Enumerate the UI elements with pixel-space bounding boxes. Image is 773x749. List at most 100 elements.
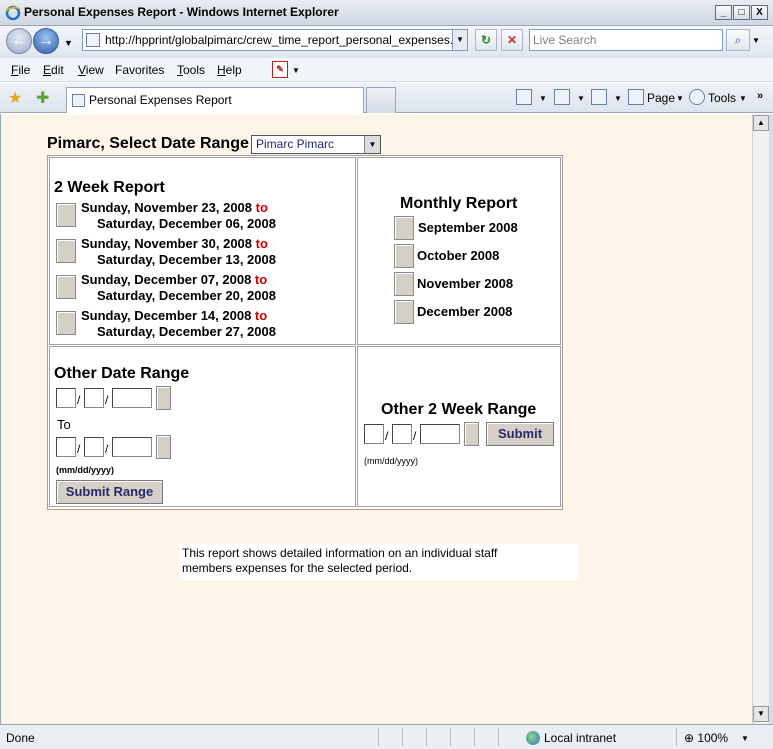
home-dropdown-icon[interactable]: ▼ xyxy=(539,94,547,103)
period-start: Sunday, November 23, 2008 xyxy=(81,200,253,215)
from-calendar-button[interactable] xyxy=(156,386,171,410)
submit-button[interactable]: Submit xyxy=(486,422,554,446)
page-menu-icon[interactable] xyxy=(628,89,644,105)
tab-label: Personal Expenses Report xyxy=(89,93,232,107)
two-week-period-button-2[interactable] xyxy=(56,239,76,263)
scroll-up-icon[interactable]: ▲ xyxy=(753,115,769,131)
favorites-star-icon[interactable]: ★ xyxy=(8,88,22,108)
two-week-report-heading: 2 Week Report xyxy=(54,179,165,196)
month-button-november[interactable] xyxy=(394,272,414,296)
pdf-dropdown-icon[interactable]: ▼ xyxy=(292,66,300,75)
two-week-period-2: Sunday, November 30, 2008 to Saturday, D… xyxy=(81,236,276,267)
stop-button[interactable]: ✕ xyxy=(501,29,523,51)
print-dropdown-icon[interactable]: ▼ xyxy=(614,94,622,103)
tab-bar: ★ ✚ Personal Expenses Report ▼ ▼ ▼ Page … xyxy=(0,83,773,113)
print-icon[interactable] xyxy=(591,89,607,105)
user-select[interactable]: Pimarc Pimarc ▼ xyxy=(251,135,381,154)
window-frame-edge xyxy=(769,114,773,724)
scroll-down-icon[interactable]: ▼ xyxy=(753,706,769,722)
new-tab-button[interactable] xyxy=(366,87,396,113)
period-to: to xyxy=(255,236,268,251)
to-month-input[interactable] xyxy=(56,437,76,457)
two-week-period-3: Sunday, December 07, 2008 to Saturday, D… xyxy=(81,272,276,303)
page-menu[interactable]: Page xyxy=(647,91,675,105)
menu-favorites-label: Favorites xyxy=(115,63,165,77)
two-week-period-button-4[interactable] xyxy=(56,311,76,335)
zoom-level[interactable]: ⊕ 100% xyxy=(684,731,728,745)
pdf-icon[interactable]: ✎ xyxy=(272,61,288,78)
feeds-dropdown-icon[interactable]: ▼ xyxy=(577,94,585,103)
back-button[interactable]: ← xyxy=(6,28,32,54)
search-input[interactable]: Live Search xyxy=(529,29,723,51)
add-favorite-icon[interactable]: ✚ xyxy=(36,88,49,108)
monthly-report-cell: Monthly Report September 2008 October 20… xyxy=(357,157,561,345)
menu-edit[interactable]: Edit xyxy=(43,63,64,77)
search-button[interactable]: ⌕ xyxy=(726,29,750,51)
description-line-2: members expenses for the selected period… xyxy=(182,561,413,575)
tools-menu[interactable]: Tools xyxy=(708,91,736,105)
period-to: to xyxy=(254,272,268,287)
date-separator: / xyxy=(105,393,109,407)
zone-label: Local intranet xyxy=(544,731,617,745)
chevron-more-icon[interactable]: » xyxy=(757,90,763,102)
submit-range-button[interactable]: Submit Range xyxy=(56,480,163,504)
month-button-october[interactable] xyxy=(394,244,414,268)
zoom-dropdown-icon[interactable]: ▼ xyxy=(741,734,749,743)
vertical-scrollbar[interactable]: ▲ ▼ xyxy=(752,114,769,724)
menu-view[interactable]: View xyxy=(78,63,104,77)
from-day-input[interactable] xyxy=(84,388,104,408)
two-week-period-button-1[interactable] xyxy=(56,203,76,227)
page-dropdown-icon[interactable]: ▼ xyxy=(676,94,684,103)
status-pane xyxy=(474,728,494,746)
status-pane xyxy=(426,728,446,746)
menu-help[interactable]: Help xyxy=(217,63,242,77)
month-button-september[interactable] xyxy=(394,216,414,240)
page-content: Pimarc, Select Date Range Pimarc Pimarc … xyxy=(0,114,752,724)
two-week-year-input[interactable] xyxy=(420,424,460,444)
to-label: To xyxy=(57,417,71,432)
forward-button[interactable]: → xyxy=(33,28,59,54)
period-start: Sunday, December 07, 2008 xyxy=(81,272,252,287)
feeds-icon[interactable] xyxy=(554,89,570,105)
search-options-dropdown-icon[interactable]: ▼ xyxy=(752,36,760,45)
menu-favorites[interactable]: Favorites xyxy=(115,63,164,77)
tools-gear-icon[interactable] xyxy=(689,89,705,105)
description-line-1: This report shows detailed information o… xyxy=(182,546,498,560)
status-pane xyxy=(450,728,470,746)
security-zone[interactable]: Local intranet xyxy=(526,731,616,745)
period-start: Sunday, November 30, 2008 xyxy=(81,236,253,251)
period-end: Saturday, December 13, 2008 xyxy=(97,252,276,267)
to-calendar-button[interactable] xyxy=(156,435,171,459)
to-year-input[interactable] xyxy=(112,437,152,457)
refresh-button[interactable]: ↻ xyxy=(475,29,497,51)
menu-file[interactable]: File xyxy=(11,63,30,77)
address-dropdown-icon[interactable]: ▼ xyxy=(452,30,467,50)
address-bar[interactable]: http://hpprint/globalpimarc/crew_time_re… xyxy=(82,29,468,51)
menu-tools-rest: ools xyxy=(183,63,206,77)
date-separator: / xyxy=(413,429,417,443)
from-year-input[interactable] xyxy=(112,388,152,408)
two-week-period-button-3[interactable] xyxy=(56,275,76,299)
menu-tools[interactable]: Tools xyxy=(177,63,205,77)
home-icon[interactable] xyxy=(516,89,532,105)
tools-dropdown-icon[interactable]: ▼ xyxy=(739,94,747,103)
from-month-input[interactable] xyxy=(56,388,76,408)
menu-view-key: V xyxy=(78,63,86,77)
to-day-input[interactable] xyxy=(84,437,104,457)
two-week-day-input[interactable] xyxy=(392,424,412,444)
close-button[interactable]: X xyxy=(751,5,768,20)
two-week-month-input[interactable] xyxy=(364,424,384,444)
history-dropdown-icon[interactable]: ▼ xyxy=(64,38,73,48)
two-week-calendar-button[interactable] xyxy=(464,422,479,446)
two-week-period-1: Sunday, November 23, 2008 to Saturday, D… xyxy=(81,200,276,231)
month-label-september: September 2008 xyxy=(418,220,518,235)
menu-view-rest: iew xyxy=(85,63,104,77)
window-title: Personal Expenses Report - Windows Inter… xyxy=(24,5,339,19)
forward-arrow-icon: → xyxy=(38,32,54,49)
month-label-december: December 2008 xyxy=(417,304,513,319)
maximize-button[interactable]: □ xyxy=(733,5,750,20)
minimize-button[interactable]: _ xyxy=(715,5,732,20)
tab-personal-expenses-report[interactable]: Personal Expenses Report xyxy=(66,87,364,113)
date-format-hint: (mm/dd/yyyy) xyxy=(364,456,418,466)
month-button-december[interactable] xyxy=(394,300,414,324)
